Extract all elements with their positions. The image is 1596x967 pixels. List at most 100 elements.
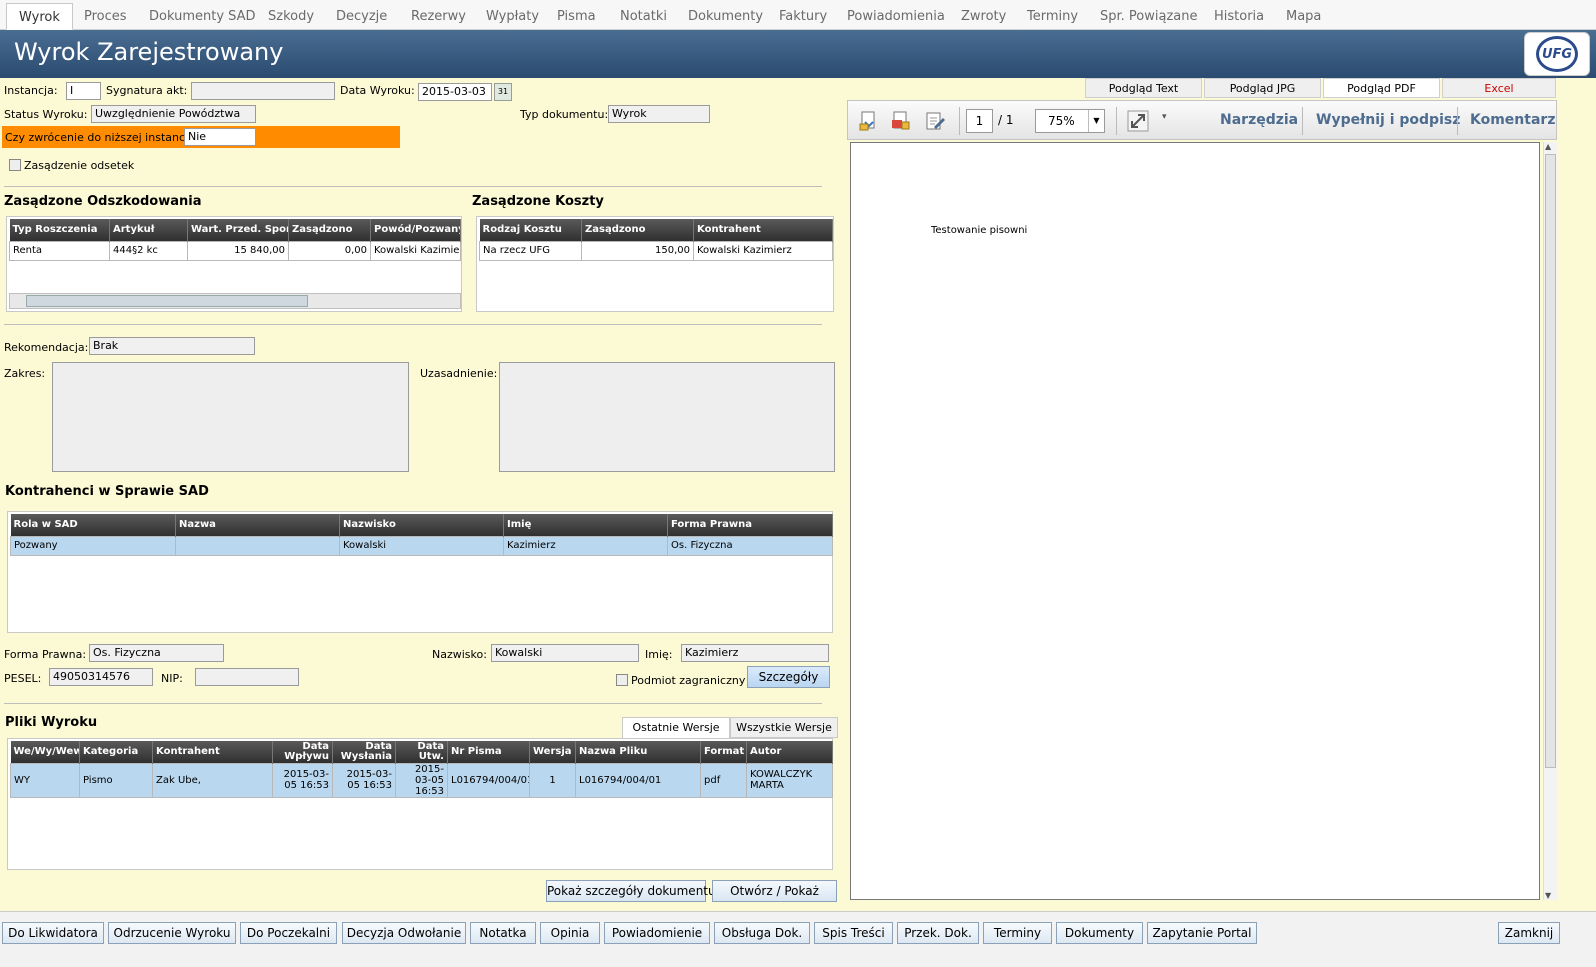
tab-mapa[interactable]: Mapa	[1274, 3, 1333, 30]
do-poczekalni-button[interactable]: Do Poczekalni	[240, 922, 337, 944]
powiadomienie-button[interactable]: Powiadomienie	[604, 922, 710, 944]
col-zasadzono[interactable]: Zasądzono	[581, 219, 694, 241]
dokumenty-button[interactable]: Dokumenty	[1056, 922, 1143, 944]
col-zasadzono[interactable]: Zasądzono	[288, 219, 371, 241]
zapytanie-portal-button[interactable]: Zapytanie Portal	[1147, 922, 1257, 944]
tab-podglad-pdf[interactable]: Podgląd PDF	[1323, 78, 1440, 98]
zakres-textarea[interactable]	[52, 362, 409, 472]
col-rodzaj-kosztu[interactable]: Rodzaj Kosztu	[479, 219, 582, 241]
tab-proces[interactable]: Proces	[72, 3, 139, 30]
save-copy-icon[interactable]	[858, 110, 880, 132]
fit-page-icon[interactable]	[1127, 110, 1149, 132]
col-powod-pozwany[interactable]: Powód/Pozwany	[370, 219, 461, 241]
status-field[interactable]: Uwzględnienie Powództwa	[91, 105, 256, 123]
col-nazwa[interactable]: Nazwa	[175, 514, 340, 536]
col-kategoria[interactable]: Kategoria	[79, 741, 153, 763]
table-row[interactable]: Renta 444§2 kc 15 840,00 0,00 Kowalski K…	[9, 240, 461, 261]
do-likwidatora-button[interactable]: Do Likwidatora	[2, 922, 104, 944]
scroll-thumb[interactable]	[1545, 154, 1556, 768]
terminy-button[interactable]: Terminy	[983, 922, 1052, 944]
nazwisko-field[interactable]: Kowalski	[491, 644, 639, 662]
zamknij-button[interactable]: Zamknij	[1498, 922, 1560, 944]
tab-faktury[interactable]: Faktury	[767, 3, 839, 30]
zwrocenie-field[interactable]: Nie	[184, 128, 256, 146]
typ-dokumentu-field[interactable]: Wyrok	[608, 105, 710, 123]
nip-field[interactable]	[195, 668, 299, 686]
szczegoly-button[interactable]: Szczegóły	[747, 666, 830, 688]
tab-podglad-text[interactable]: Podgląd Text	[1085, 78, 1202, 98]
print-icon[interactable]	[890, 110, 912, 132]
tab-szkody[interactable]: Szkody	[256, 3, 326, 30]
forma-prawna-field[interactable]: Os. Fizyczna	[89, 644, 224, 662]
tab-decyzje[interactable]: Decyzje	[324, 3, 399, 30]
col-data-wplywu[interactable]: Data Wpływu	[272, 741, 333, 763]
open-button[interactable]: Otwórz / Pokaż	[712, 880, 837, 902]
tab-rezerwy[interactable]: Rezerwy	[399, 3, 478, 30]
col-imie[interactable]: Imię	[503, 514, 668, 536]
col-data-utw[interactable]: Data Utw.	[395, 741, 448, 763]
podmiot-zagraniczny-checkbox[interactable]	[616, 674, 628, 686]
opinia-button[interactable]: Opinia	[540, 922, 600, 944]
table-row[interactable]: Na rzecz UFG 150,00 Kowalski Kazimierz	[479, 240, 833, 261]
narzedzia-link[interactable]: Narzędzia	[1220, 112, 1298, 128]
pesel-field[interactable]: 49050314576	[49, 668, 153, 686]
menu-chevron-icon[interactable]: ▾	[1162, 112, 1167, 122]
tab-podglad-jpg[interactable]: Podgląd JPG	[1204, 78, 1321, 98]
tab-excel[interactable]: Excel	[1442, 78, 1556, 98]
uzasadnienie-textarea[interactable]	[499, 362, 835, 472]
col-nazwisko[interactable]: Nazwisko	[339, 514, 504, 536]
scroll-thumb[interactable]	[26, 295, 308, 307]
col-forma-prawna[interactable]: Forma Prawna	[667, 514, 833, 536]
instancja-field[interactable]: I	[66, 82, 101, 100]
odrzucenie-wyroku-button[interactable]: Odrzucenie Wyroku	[108, 922, 236, 944]
tab-zwroty[interactable]: Zwroty	[949, 3, 1018, 30]
notatka-button[interactable]: Notatka	[470, 922, 536, 944]
page-number-input[interactable]: 1	[966, 109, 993, 133]
col-data-wyslania[interactable]: Data Wysłania	[332, 741, 396, 763]
tab-ostatnie-wersje[interactable]: Ostatnie Wersje	[622, 717, 730, 738]
edit-icon[interactable]	[924, 110, 946, 132]
data-wyroku-field[interactable]: 2015-03-03	[418, 83, 492, 101]
wypelnij-podpisz-link[interactable]: Wypełnij i podpisz	[1316, 112, 1460, 128]
show-details-button[interactable]: Pokaż szczegóły dokumentu	[546, 880, 716, 902]
col-nr-pisma[interactable]: Nr Pisma	[447, 741, 530, 763]
col-autor[interactable]: Autor	[746, 741, 833, 763]
table-row[interactable]: Pozwany Kowalski Kazimierz Os. Fizyczna	[10, 535, 833, 556]
spis-tresci-button[interactable]: Spis Treści	[814, 922, 893, 944]
tab-spr-powiazane[interactable]: Spr. Powiązane	[1088, 3, 1210, 30]
col-kontrahent[interactable]: Kontrahent	[693, 219, 833, 241]
tab-historia[interactable]: Historia	[1202, 3, 1276, 30]
col-we-wy-wew[interactable]: We/Wy/Wew	[10, 741, 80, 763]
calendar-icon[interactable]: 31	[494, 83, 512, 101]
tab-wyrok[interactable]: Wyrok	[6, 3, 73, 30]
obsluga-dok-button[interactable]: Obsługa Dok.	[714, 922, 810, 944]
col-rola[interactable]: Rola w SAD	[10, 514, 176, 536]
komentarz-link[interactable]: Komentarz	[1470, 112, 1555, 128]
table-row[interactable]: WY Pismo Zak Ube, 2015-03-05 16:53 2015-…	[10, 762, 833, 798]
imie-field[interactable]: Kazimierz	[681, 644, 829, 662]
tab-terminy[interactable]: Terminy	[1015, 3, 1090, 30]
chevron-down-icon[interactable]: ▼	[1088, 110, 1104, 132]
horizontal-scrollbar[interactable]	[9, 293, 461, 309]
col-wart-przed-sporu[interactable]: Wart. Przed. Sporu	[187, 219, 289, 241]
tab-wszystkie-wersje[interactable]: Wszystkie Wersje	[730, 717, 838, 738]
przek-dok-button[interactable]: Przek. Dok.	[897, 922, 979, 944]
scroll-down-icon[interactable]: ▼	[1545, 891, 1551, 900]
col-nazwa-pliku[interactable]: Nazwa Pliku	[575, 741, 701, 763]
tab-wyplaty[interactable]: Wypłaty	[474, 3, 551, 30]
col-artykul[interactable]: Artykuł	[109, 219, 188, 241]
zasadzenie-odsetek-checkbox[interactable]	[9, 159, 21, 171]
tab-pisma[interactable]: Pisma	[545, 3, 608, 30]
col-wersja[interactable]: Wersja	[529, 741, 576, 763]
scroll-up-icon[interactable]: ▲	[1545, 142, 1551, 151]
col-format[interactable]: Format	[700, 741, 747, 763]
tab-powiadomienia[interactable]: Powiadomienia	[835, 3, 957, 30]
sygnatura-field[interactable]	[191, 82, 335, 100]
tab-dokumenty-sad[interactable]: Dokumenty SAD	[137, 3, 268, 30]
tab-dokumenty[interactable]: Dokumenty	[676, 3, 775, 30]
col-kontrahent[interactable]: Kontrahent	[152, 741, 273, 763]
decyzja-odwolanie-button[interactable]: Decyzja Odwołanie	[342, 922, 466, 944]
col-typ-roszczenia[interactable]: Typ Roszczenia	[9, 219, 110, 241]
vertical-scrollbar[interactable]: ▲ ▼	[1543, 142, 1557, 900]
rekomendacja-field[interactable]: Brak	[89, 337, 255, 355]
